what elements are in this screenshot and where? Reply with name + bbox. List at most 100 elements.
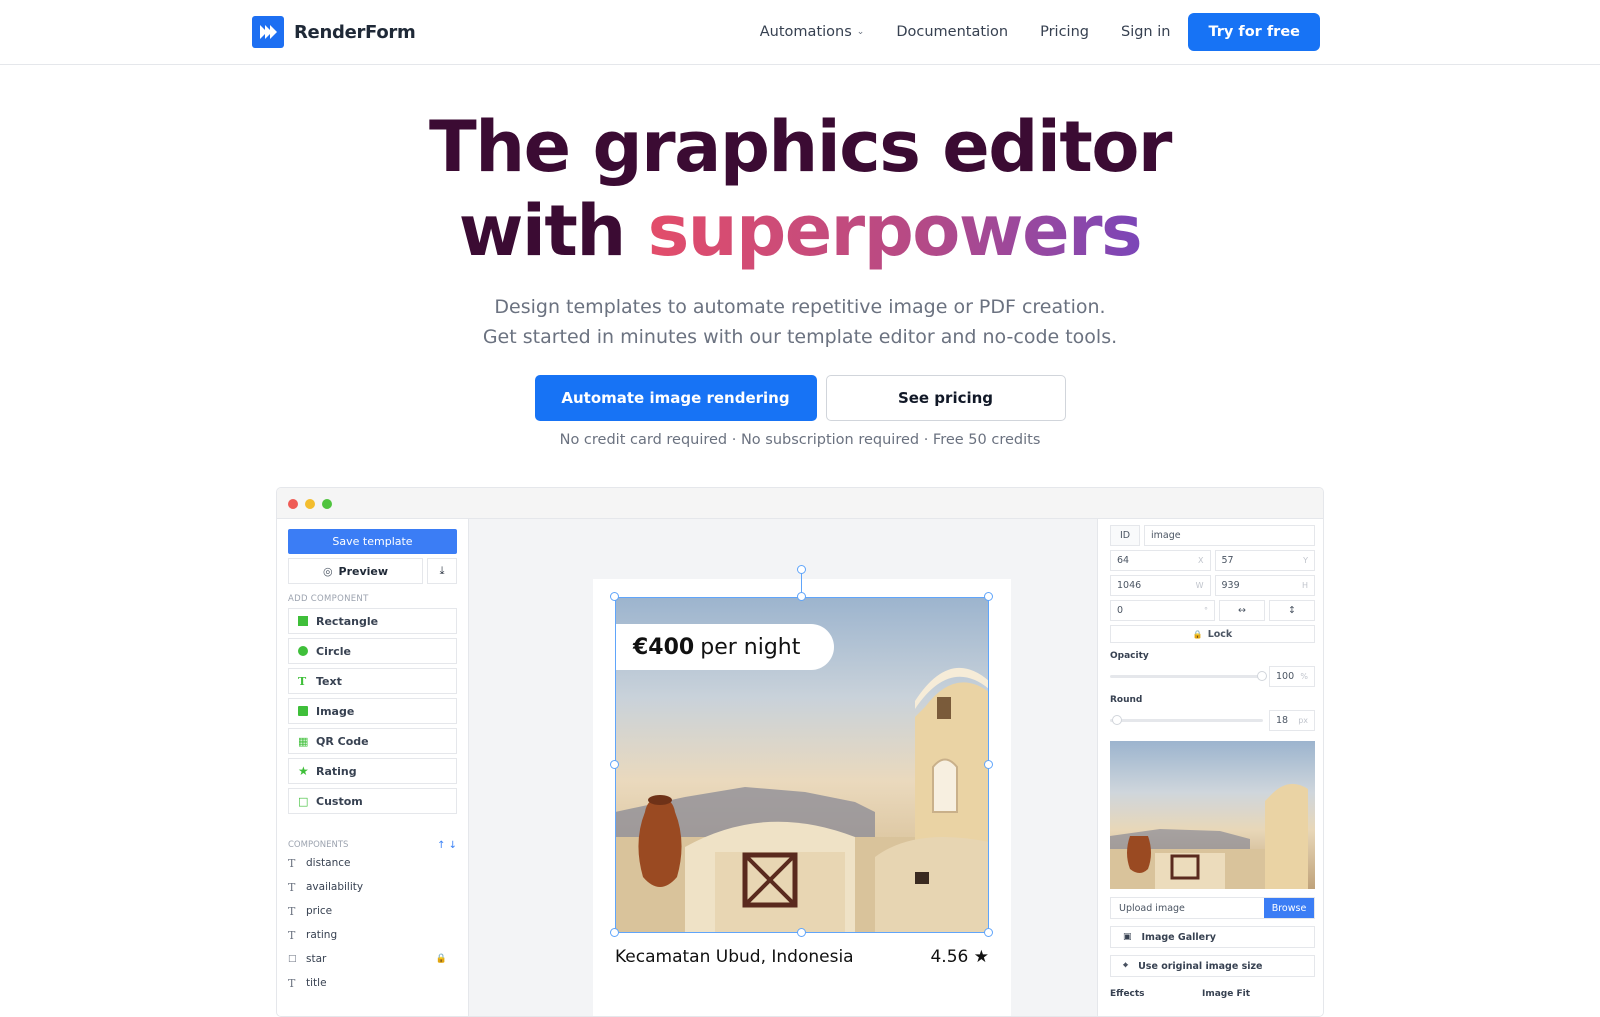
add-text-button[interactable]: T Text <box>288 668 457 694</box>
resize-handle-ne[interactable] <box>984 592 993 601</box>
layer-label: price <box>306 905 333 917</box>
automate-image-rendering-button[interactable]: Automate image rendering <box>534 375 817 421</box>
nav-documentation[interactable]: Documentation <box>896 24 1008 40</box>
window-minimize-dot <box>305 499 315 509</box>
lock-button[interactable]: 🔒 Lock <box>1110 625 1315 643</box>
try-for-free-button[interactable]: Try for free <box>1188 13 1320 51</box>
round-input[interactable]: 18 px <box>1269 710 1315 731</box>
layer-distance[interactable]: Tdistance <box>288 851 457 875</box>
round-slider[interactable] <box>1110 715 1263 725</box>
resize-handle-nw[interactable] <box>610 592 619 601</box>
opacity-slider-row: 100% <box>1110 666 1315 687</box>
add-circle-label: Circle <box>316 644 352 658</box>
download-button[interactable]: ⤓ <box>427 558 457 584</box>
location-text[interactable]: Kecamatan Ubud, Indonesia <box>615 947 854 967</box>
layer-label: availability <box>306 881 364 893</box>
image-gallery-icon: ▣ <box>1123 932 1132 942</box>
add-qr-code-button[interactable]: ▦ QR Code <box>288 728 457 754</box>
see-pricing-button[interactable]: See pricing <box>825 375 1066 421</box>
add-circle-button[interactable]: Circle <box>288 638 457 664</box>
y-input[interactable]: 57 Y <box>1214 550 1315 571</box>
round-slider-row: 18 px <box>1110 710 1315 731</box>
height-input[interactable]: 939 H <box>1214 575 1315 596</box>
nav-automations[interactable]: Automations ⌄ <box>760 24 865 40</box>
id-value: image <box>1151 530 1181 541</box>
editor-canvas[interactable]: €400 per night Kecamatan Ubud, Indonesia… <box>469 519 1097 1016</box>
thumbnail-illustration <box>1110 783 1308 889</box>
santorini-image[interactable]: €400 per night <box>615 597 989 933</box>
layer-title[interactable]: Ttitle <box>288 971 457 995</box>
id-label-box: ID <box>1110 525 1140 546</box>
flip-vertical-button[interactable]: ↕ <box>1269 600 1315 621</box>
y-unit: Y <box>1303 556 1308 565</box>
image-thumbnail <box>1110 741 1315 889</box>
effects-label: Effects <box>1110 989 1145 999</box>
rating-group[interactable]: 4.56 ★ <box>930 947 989 967</box>
resize-handle-e[interactable] <box>984 760 993 769</box>
template-card[interactable]: €400 per night Kecamatan Ubud, Indonesia… <box>593 565 1011 1016</box>
rectangle-icon <box>298 616 308 626</box>
card-footer: Kecamatan Ubud, Indonesia 4.56 ★ <box>615 947 989 967</box>
save-template-button[interactable]: Save template <box>288 529 457 554</box>
layer-star[interactable]: □ star 🔒 <box>288 947 457 971</box>
flip-horizontal-button[interactable]: ↔ <box>1219 600 1265 621</box>
rotation-input[interactable]: 0 ° <box>1110 600 1215 621</box>
resize-handle-n[interactable] <box>797 592 806 601</box>
height-unit: H <box>1301 581 1308 590</box>
round-slider-knob[interactable] <box>1112 715 1122 725</box>
text-layer-icon: T <box>288 880 296 894</box>
x-value: 64 <box>1117 555 1130 566</box>
resize-handle-w[interactable] <box>610 760 619 769</box>
layer-label: rating <box>306 929 338 941</box>
image-gallery-button[interactable]: ▣ Image Gallery <box>1110 926 1315 948</box>
rotation-unit: ° <box>1204 606 1208 615</box>
effects-fit-row: Effects Image Fit <box>1110 989 1250 999</box>
resize-handle-sw[interactable] <box>610 928 619 937</box>
add-image-button[interactable]: Image <box>288 698 457 724</box>
add-custom-label: Custom <box>316 794 363 808</box>
hero-cta-group: Automate image rendering See pricing <box>0 375 1600 421</box>
use-original-size-button[interactable]: ⌖ Use original image size <box>1110 955 1315 977</box>
opacity-input[interactable]: 100% <box>1269 666 1315 687</box>
layer-price[interactable]: Tprice <box>288 899 457 923</box>
image-fit-label: Image Fit <box>1201 989 1250 999</box>
add-rectangle-button[interactable]: Rectangle <box>288 608 457 634</box>
star-icon: ★ <box>298 764 309 778</box>
layer-label: title <box>306 977 327 989</box>
layer-rating[interactable]: Trating <box>288 923 457 947</box>
layer-label: distance <box>306 857 351 869</box>
nav-automations-label: Automations <box>759 24 852 40</box>
lock-icon: 🔒 <box>1192 629 1203 639</box>
add-rating-button[interactable]: ★ Rating <box>288 758 457 784</box>
width-input[interactable]: 1046 W <box>1110 575 1211 596</box>
sort-arrows-icon[interactable]: ↑ ↓ <box>437 840 457 851</box>
editor-mockup: Save template ◎ Preview ⤓ ADD COMPONENT … <box>276 487 1324 1017</box>
lock-icon[interactable]: 🔒 <box>436 954 447 964</box>
browse-button[interactable]: Browse <box>1264 898 1314 918</box>
nav-pricing[interactable]: Pricing <box>1040 24 1089 40</box>
text-layer-icon: T <box>288 928 296 942</box>
id-row: ID image <box>1110 525 1315 546</box>
price-amount: €400 <box>633 634 695 660</box>
id-input[interactable]: image <box>1144 525 1315 546</box>
layer-availability[interactable]: Tavailability <box>288 875 457 899</box>
resize-handle-s[interactable] <box>797 928 806 937</box>
x-input[interactable]: 64 X <box>1110 550 1211 571</box>
width-unit: W <box>1195 581 1204 590</box>
size-row: 1046 W 939 H <box>1110 575 1315 596</box>
upload-image-input[interactable]: Upload image <box>1111 898 1264 918</box>
rotate-handle[interactable] <box>797 565 806 574</box>
position-row: 64 X 57 Y <box>1110 550 1315 571</box>
text-layer-icon: T <box>288 856 296 870</box>
brand-logo[interactable]: RenderForm <box>252 16 416 48</box>
opacity-slider-knob[interactable] <box>1257 671 1267 681</box>
opacity-slider[interactable] <box>1110 671 1267 681</box>
star-icon: ★ <box>973 947 989 967</box>
resize-handle-se[interactable] <box>984 928 993 937</box>
preview-button[interactable]: ◎ Preview <box>288 558 423 584</box>
window-close-dot <box>288 499 298 509</box>
price-badge[interactable]: €400 per night <box>615 624 834 670</box>
add-custom-button[interactable]: □ Custom <box>288 788 457 814</box>
nav-sign-in[interactable]: Sign in <box>1121 24 1170 40</box>
add-qr-code-label: QR Code <box>316 734 369 748</box>
